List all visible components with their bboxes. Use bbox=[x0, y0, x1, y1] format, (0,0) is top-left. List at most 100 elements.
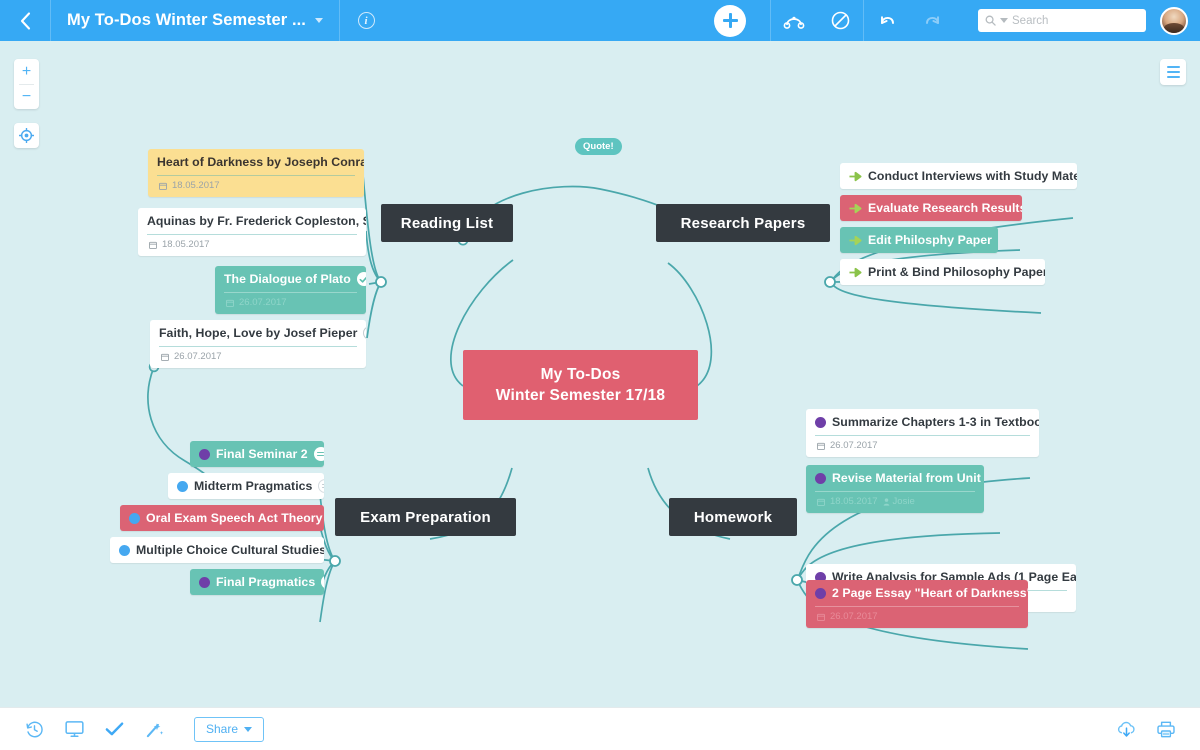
task-card-oral-exam-speech-act[interactable]: Oral Exam Speech Act Theory bbox=[120, 505, 324, 531]
priority-dot-purple-icon bbox=[815, 588, 826, 599]
connector-label-quote[interactable]: Quote! bbox=[575, 138, 622, 155]
tasks-button[interactable] bbox=[94, 708, 134, 750]
card-title-row: Aquinas by Fr. Frederick Copleston, SJ bbox=[138, 208, 366, 234]
hamburger-line bbox=[1167, 66, 1180, 68]
green-arrow-icon bbox=[849, 203, 862, 214]
calendar-icon bbox=[159, 182, 167, 190]
task-card-revise-material-unit-4[interactable]: Revise Material from Unit 4 18.05.2017 J… bbox=[806, 465, 984, 513]
branch-node-research-papers[interactable]: Research Papers bbox=[656, 204, 830, 242]
priority-dot-purple-icon bbox=[815, 473, 826, 484]
magic-button[interactable] bbox=[134, 708, 174, 750]
branch-node-homework[interactable]: Homework bbox=[669, 498, 797, 536]
priority-dot-blue-icon bbox=[177, 481, 188, 492]
task-card-faith-hope-love[interactable]: Faith, Hope, Love by Josef Pieper 26.07.… bbox=[150, 320, 366, 368]
card-date: 18.05.2017 bbox=[830, 496, 878, 507]
avatar[interactable] bbox=[1160, 7, 1188, 35]
card-title: Oral Exam Speech Act Theory bbox=[146, 511, 323, 525]
chevron-down-icon bbox=[244, 727, 252, 732]
branch-label: Reading List bbox=[401, 215, 493, 232]
add-node-button[interactable] bbox=[714, 5, 746, 37]
branch-node-exam-preparation[interactable]: Exam Preparation bbox=[335, 498, 516, 536]
presentation-screen-icon bbox=[65, 720, 84, 738]
card-title: Final Seminar 2 bbox=[216, 447, 308, 461]
card-title: Final Pragmatics bbox=[216, 575, 315, 589]
task-card-heart-of-darkness[interactable]: Heart of Darkness by Joseph Conrad 18.05… bbox=[148, 149, 364, 197]
card-meta-row: 26.07.2017 bbox=[806, 607, 1028, 628]
green-arrow-icon bbox=[849, 235, 862, 246]
hamburger-line bbox=[1167, 76, 1180, 78]
task-card-multiple-choice-cultural[interactable]: Multiple Choice Cultural Studies bbox=[110, 537, 324, 563]
task-card-final-seminar-2[interactable]: Final Seminar 2 bbox=[190, 441, 324, 467]
top-toolbar: My To-Dos Winter Semester ... i bbox=[0, 0, 1200, 41]
document-title-button[interactable]: My To-Dos Winter Semester ... bbox=[51, 0, 339, 41]
priority-dot-purple-icon bbox=[199, 449, 210, 460]
magic-wand-icon bbox=[145, 720, 164, 739]
checkbox-icon[interactable] bbox=[363, 326, 366, 340]
canvas-menu-button[interactable] bbox=[1160, 59, 1186, 85]
zoom-controls: + − bbox=[14, 59, 39, 109]
presentation-button[interactable] bbox=[54, 708, 94, 750]
card-title: Edit Philosphy Paper bbox=[868, 233, 992, 247]
plus-icon bbox=[723, 13, 738, 28]
task-card-evaluate-research[interactable]: Evaluate Research Results bbox=[840, 195, 1022, 221]
back-button[interactable] bbox=[0, 0, 50, 41]
priority-dot-blue-icon bbox=[119, 545, 130, 556]
print-button[interactable] bbox=[1146, 708, 1186, 750]
branch-node-reading-list[interactable]: Reading List bbox=[381, 204, 513, 242]
root-line-1: My To-Dos bbox=[541, 364, 621, 385]
note-icon[interactable] bbox=[321, 575, 324, 589]
card-title-row: Print & Bind Philosophy Paper bbox=[840, 259, 1045, 285]
card-title-row: Final Seminar 2 bbox=[190, 441, 324, 467]
task-card-conduct-interviews[interactable]: Conduct Interviews with Study Mates bbox=[840, 163, 1077, 189]
zoom-in-button[interactable]: + bbox=[14, 59, 39, 84]
card-title: Conduct Interviews with Study Mates bbox=[868, 169, 1077, 183]
remove-connection-button[interactable] bbox=[817, 0, 863, 41]
task-card-print-bind-philosophy[interactable]: Print & Bind Philosophy Paper bbox=[840, 259, 1045, 285]
card-title-row: Final Pragmatics bbox=[190, 569, 324, 595]
card-meta-row: 26.07.2017 bbox=[150, 347, 366, 368]
card-title-row: Heart of Darkness by Joseph Conrad bbox=[148, 149, 364, 175]
search-filter-chevron-icon[interactable] bbox=[1000, 18, 1008, 23]
note-icon[interactable] bbox=[318, 479, 324, 493]
green-arrow-icon bbox=[849, 267, 862, 278]
card-title: Aquinas by Fr. Frederick Copleston, SJ bbox=[147, 214, 366, 228]
task-card-final-pragmatics[interactable]: Final Pragmatics bbox=[190, 569, 324, 595]
add-connection-button[interactable] bbox=[771, 0, 817, 41]
assignee-name: Josie bbox=[893, 496, 915, 507]
root-node[interactable]: My To-Dos Winter Semester 17/18 bbox=[463, 350, 698, 420]
card-title-row: Conduct Interviews with Study Mates bbox=[840, 163, 1077, 189]
mindmap-canvas[interactable]: Quote! + − My To-Dos Winter Semester 17/… bbox=[0, 41, 1200, 707]
info-icon: i bbox=[358, 12, 375, 29]
note-icon[interactable] bbox=[314, 447, 324, 461]
zoom-out-button[interactable]: − bbox=[14, 84, 39, 109]
card-assignee: Josie bbox=[883, 496, 915, 507]
search-input[interactable]: Search bbox=[978, 9, 1146, 32]
task-card-summarize-chapters[interactable]: Summarize Chapters 1-3 in Textbook 26.07… bbox=[806, 409, 1039, 457]
root-line-2: Winter Semester 17/18 bbox=[496, 385, 665, 406]
redo-button[interactable] bbox=[910, 0, 956, 41]
card-title: Multiple Choice Cultural Studies bbox=[136, 543, 324, 557]
chevron-left-icon bbox=[20, 12, 31, 30]
priority-dot-blue-icon bbox=[129, 513, 140, 524]
card-meta-row: 26.07.2017 bbox=[806, 436, 1039, 457]
card-meta-row: 18.05.2017 bbox=[148, 176, 364, 197]
task-card-dialogue-of-plato[interactable]: The Dialogue of Plato 26.07.2017 bbox=[215, 266, 366, 314]
task-card-2-page-essay[interactable]: 2 Page Essay "Heart of Darkness" 26.07.2… bbox=[806, 580, 1028, 628]
document-title: My To-Dos Winter Semester ... bbox=[67, 11, 306, 30]
task-card-aquinas[interactable]: Aquinas by Fr. Frederick Copleston, SJ 1… bbox=[138, 208, 366, 256]
search-icon bbox=[985, 15, 996, 26]
info-button[interactable]: i bbox=[340, 0, 392, 41]
calendar-icon bbox=[817, 442, 825, 450]
task-card-midterm-pragmatics[interactable]: Midterm Pragmatics bbox=[168, 473, 324, 499]
undo-button[interactable] bbox=[864, 0, 910, 41]
share-button[interactable]: Share bbox=[194, 717, 264, 742]
card-date: 18.05.2017 bbox=[162, 239, 210, 250]
export-button[interactable] bbox=[1106, 708, 1146, 750]
task-card-edit-philosophy-paper[interactable]: Edit Philosphy Paper bbox=[840, 227, 998, 253]
checkbox-icon[interactable] bbox=[357, 272, 366, 286]
calendar-icon bbox=[149, 241, 157, 249]
center-map-button[interactable] bbox=[14, 123, 39, 148]
mindmap-app: My To-Dos Winter Semester ... i bbox=[0, 0, 1200, 750]
history-button[interactable] bbox=[14, 708, 54, 750]
card-title-row: 2 Page Essay "Heart of Darkness" bbox=[806, 580, 1028, 606]
